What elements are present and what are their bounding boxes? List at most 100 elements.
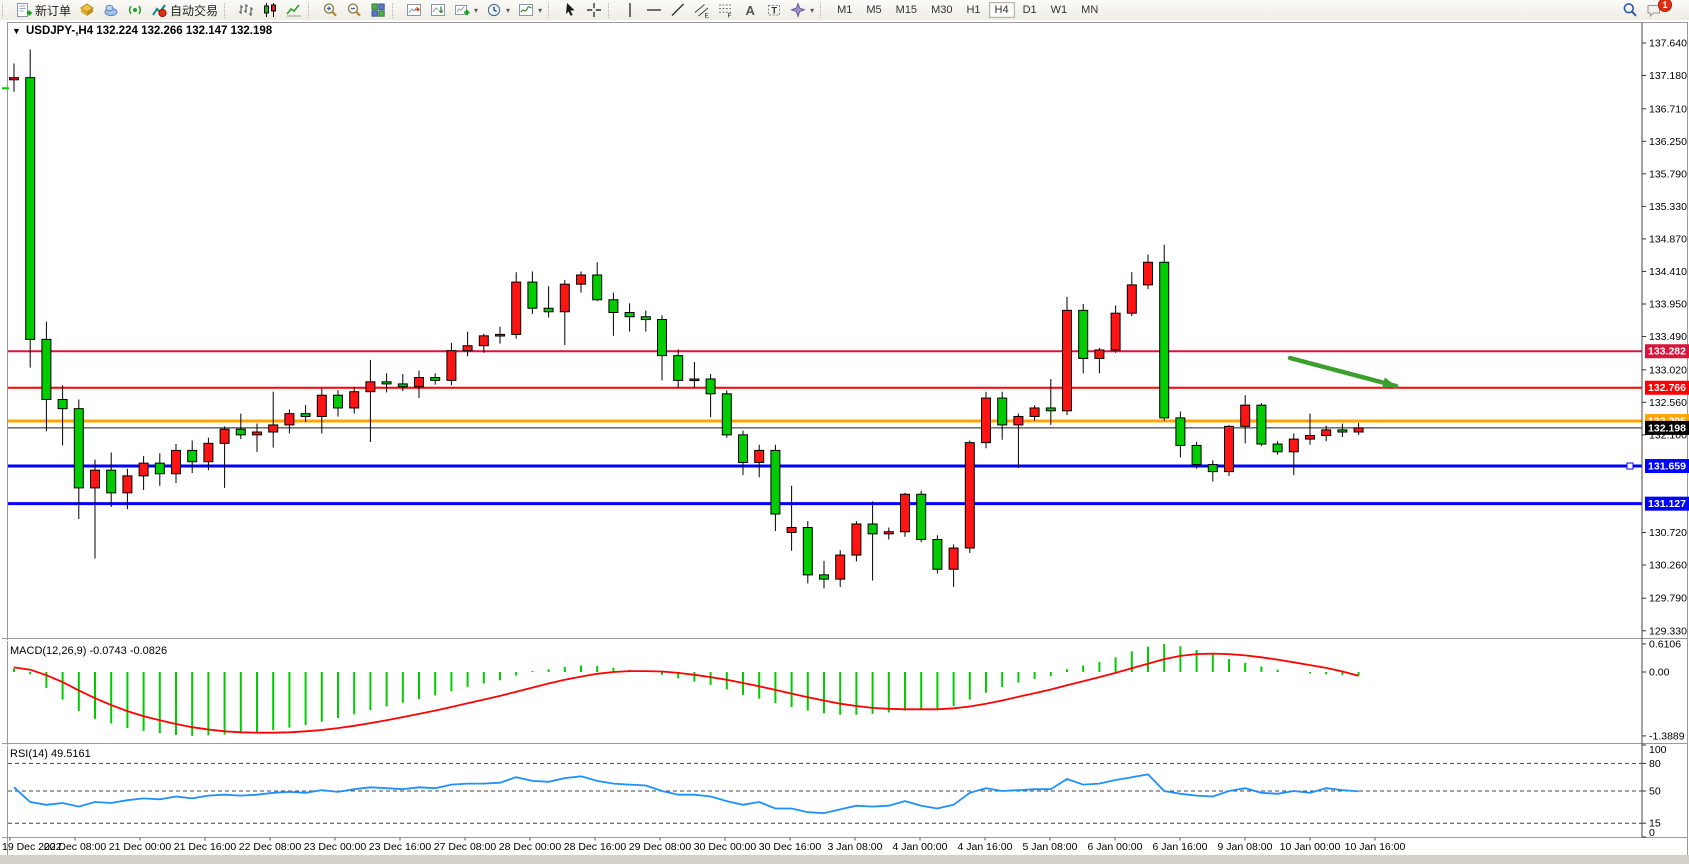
text-icon: A: [742, 2, 758, 18]
time-label: 4 Jan 16:00: [958, 841, 1013, 853]
new-chart-icon: [454, 2, 470, 18]
hline-button[interactable]: [642, 0, 666, 20]
autotrade-label: 自动交易: [170, 2, 218, 19]
toolbar-group-separator: [224, 3, 231, 18]
symbols-button[interactable]: [75, 0, 99, 20]
rsi-axis-label: 100: [1649, 744, 1667, 756]
new-order-label: 新订单: [35, 2, 71, 19]
search-button[interactable]: [1618, 0, 1642, 20]
time-label: 23 Dec 00:00: [304, 841, 367, 853]
cursor-icon: [562, 2, 578, 18]
symbol-dropdown-icon: ▼: [12, 26, 21, 36]
fibonacci-button[interactable]: F: [714, 0, 738, 20]
price-tick-label: 133.950: [1649, 298, 1687, 310]
vline-button[interactable]: [618, 0, 642, 20]
trendline-icon: [670, 2, 686, 18]
timeframe-m30-button[interactable]: M30: [925, 2, 958, 18]
price-tick-label: 137.180: [1649, 70, 1687, 82]
cursor-button[interactable]: [558, 0, 582, 20]
timeframe-mn-button[interactable]: MN: [1075, 2, 1104, 18]
price-tick-label: 133.020: [1649, 364, 1687, 376]
macd-axis-label: 0.6106: [1649, 638, 1681, 650]
time-label: 21 Dec 16:00: [174, 841, 237, 853]
macd-axis-label: 0.00: [1649, 667, 1670, 679]
hline-icon: [646, 2, 662, 18]
crosshair-button[interactable]: [582, 0, 606, 20]
template-icon: [518, 2, 534, 18]
shapes-button[interactable]: ▾: [786, 0, 818, 20]
trendline-button[interactable]: [666, 0, 690, 20]
bar-chart-icon: [238, 2, 254, 18]
dropdown-arrow-icon: ▾: [810, 6, 814, 15]
price-label-131.659: 131.659: [1648, 461, 1686, 473]
price-tick-label: 134.870: [1649, 233, 1687, 245]
timeframe-m15-button[interactable]: M15: [890, 2, 923, 18]
history-icon: [103, 2, 119, 18]
new-order-icon: [16, 2, 32, 18]
chart-shift-button[interactable]: [402, 0, 426, 20]
vline-icon: [622, 2, 638, 18]
candle-chart-button[interactable]: [258, 0, 282, 20]
macd-axis-label: -1.3889: [1649, 730, 1685, 742]
time-label: 20 Dec 08:00: [44, 841, 107, 853]
new-order-button[interactable]: 新订单: [12, 0, 75, 20]
timeframe-m5-button[interactable]: M5: [860, 2, 887, 18]
new-chart-button[interactable]: ▾: [450, 0, 482, 20]
chart-shift-icon: [406, 2, 422, 18]
price-tick-label: 136.710: [1649, 103, 1687, 115]
toolbar-group-separator: [548, 3, 555, 18]
symbols-icon: [79, 2, 95, 18]
channel-button[interactable]: E: [690, 0, 714, 20]
period-button[interactable]: ▾: [482, 0, 514, 20]
price-tick-label: 137.640: [1649, 38, 1687, 50]
timeframe-d1-button[interactable]: D1: [1017, 2, 1043, 18]
tile-windows-icon: [370, 2, 386, 18]
time-label: 21 Dec 00:00: [109, 841, 172, 853]
label-button[interactable]: T: [762, 0, 786, 20]
tile-windows-button[interactable]: [366, 0, 390, 20]
chat-badge: 1: [1658, 0, 1672, 12]
price-tick-label: 135.330: [1649, 201, 1687, 213]
fibonacci-icon: F: [718, 2, 734, 18]
time-label: 28 Dec 16:00: [564, 841, 627, 853]
zoom-in-icon: [322, 2, 338, 18]
crosshair-icon: [586, 2, 602, 18]
sonar-button[interactable]: [123, 0, 147, 20]
price-tick-label: 134.410: [1649, 266, 1687, 278]
timeframe-h1-button[interactable]: H1: [960, 2, 986, 18]
line-chart-button[interactable]: [282, 0, 306, 20]
price-tick-label: 129.790: [1649, 593, 1687, 605]
candle-chart-icon: [262, 2, 278, 18]
period-icon: [486, 2, 502, 18]
toolbar-group-separator: [608, 3, 615, 18]
timeframe-m1-button[interactable]: M1: [831, 2, 858, 18]
text-button[interactable]: A: [738, 0, 762, 20]
time-label: 30 Dec 00:00: [694, 841, 757, 853]
chart-title[interactable]: ▼USDJPY-,H4 132.224 132.266 132.147 132.…: [12, 25, 273, 37]
time-label: 28 Dec 00:00: [499, 841, 562, 853]
label-icon: T: [766, 2, 782, 18]
chart-scroll-button[interactable]: [426, 0, 450, 20]
chat-button[interactable]: 1: [1642, 0, 1683, 20]
price-tick-label: 130.720: [1649, 527, 1687, 539]
toolbar-group-separator: [820, 3, 827, 18]
dropdown-arrow-icon: ▾: [506, 6, 510, 15]
price-label-131.127: 131.127: [1648, 498, 1686, 510]
zoom-out-button[interactable]: [342, 0, 366, 20]
autotrade-button[interactable]: 自动交易: [147, 0, 222, 20]
timeframe-w1-button[interactable]: W1: [1045, 2, 1074, 18]
toolbar-group-separator: [2, 3, 9, 18]
time-label: 30 Dec 16:00: [759, 841, 822, 853]
chart-window: MACD(12,26,9) -0.0743 -0.08260.61060.00-…: [0, 20, 1689, 859]
price-tick-label: 133.490: [1649, 331, 1687, 343]
price-tick-label: 135.790: [1649, 168, 1687, 180]
template-button[interactable]: ▾: [514, 0, 546, 20]
autotrade-icon: [151, 2, 167, 18]
svg-text:E: E: [705, 13, 710, 19]
bar-chart-button[interactable]: [234, 0, 258, 20]
timeframe-h4-button[interactable]: H4: [989, 2, 1015, 18]
shapes-icon: [790, 2, 806, 18]
sonar-icon: [127, 2, 143, 18]
zoom-in-button[interactable]: [318, 0, 342, 20]
history-button[interactable]: [99, 0, 123, 20]
